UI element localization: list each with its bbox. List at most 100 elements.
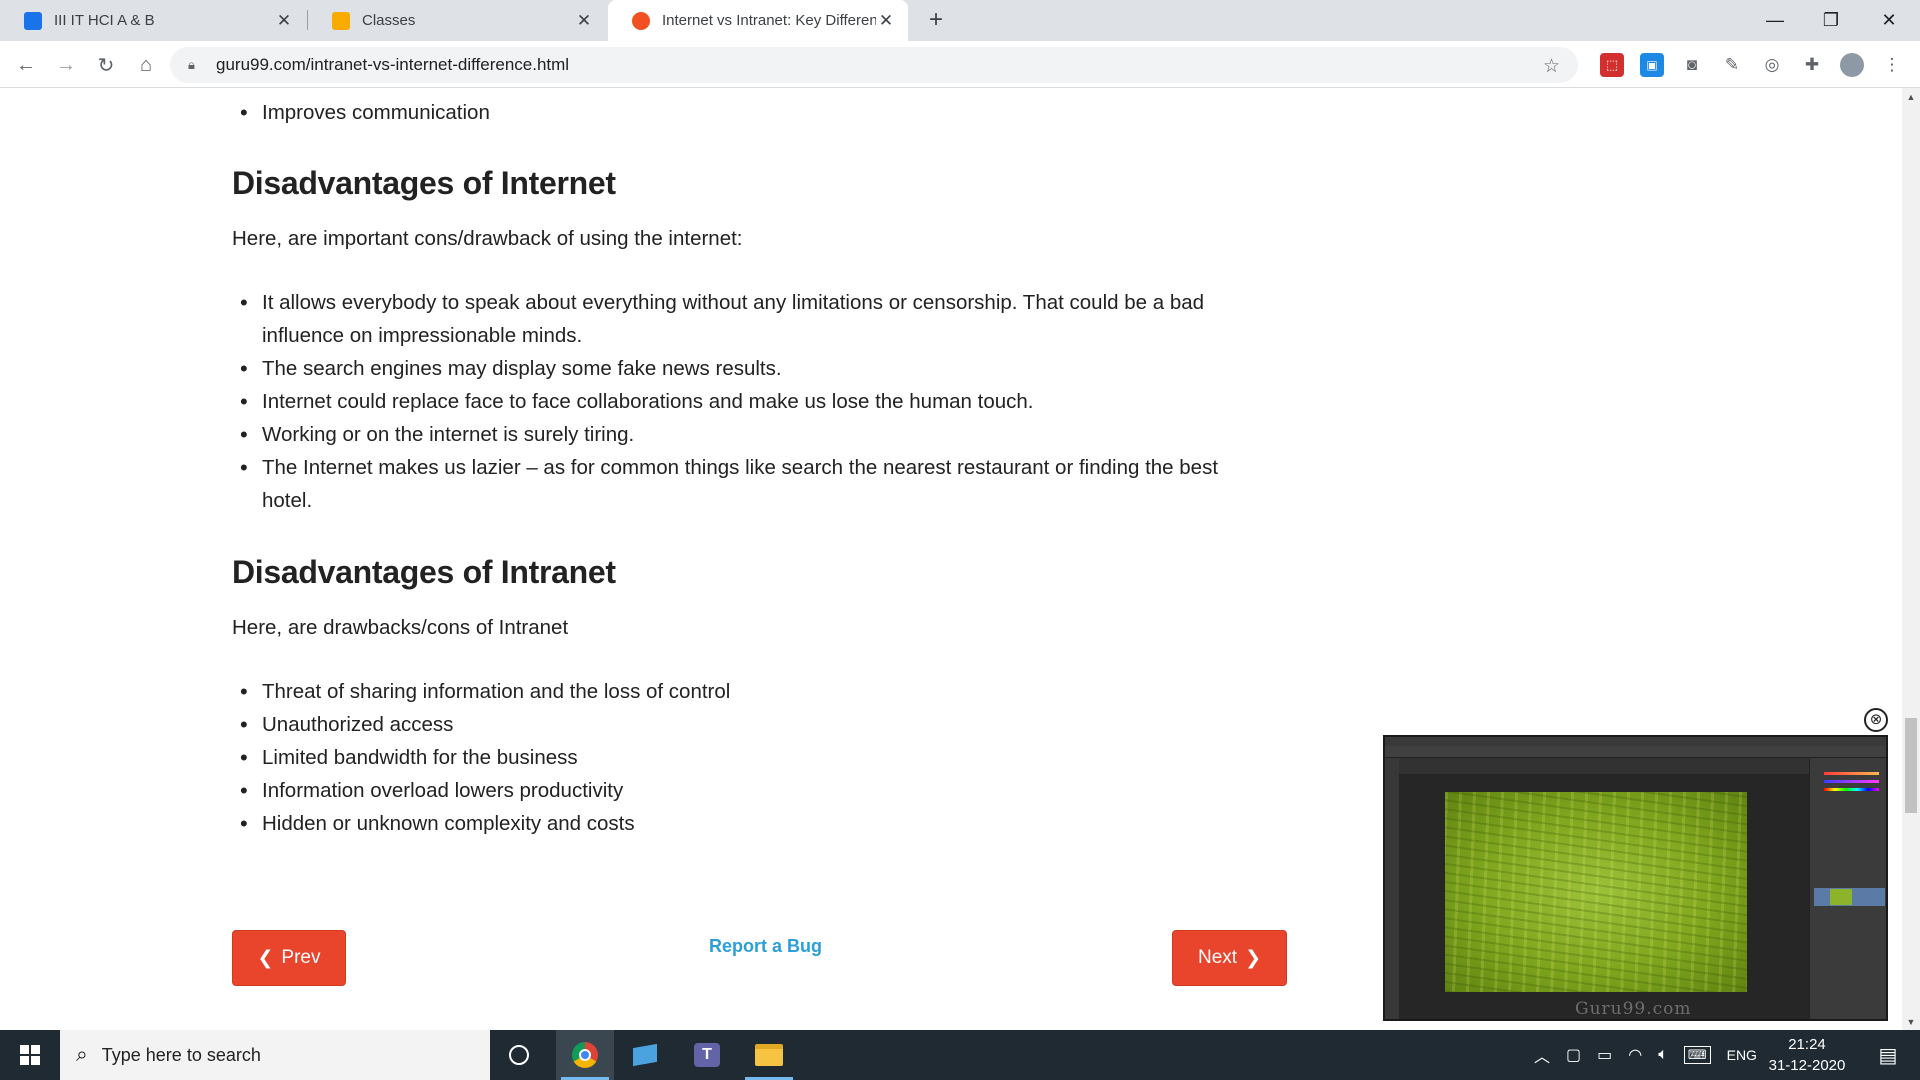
screen-capture-extension-icon[interactable]: ▣ xyxy=(1640,53,1664,77)
minimize-icon[interactable]: — xyxy=(1752,0,1798,40)
tab-title: Internet vs Intranet: Key Differenc xyxy=(662,12,876,29)
intranet-disadvantages-list: Threat of sharing information and the lo… xyxy=(232,675,1262,840)
previous-list: Improves communication xyxy=(232,96,1292,129)
chevron-right-icon: ❯ xyxy=(1245,947,1261,969)
reload-icon[interactable]: ↻ xyxy=(90,49,122,81)
windows-taskbar: ⌕ Type here to search T ︿ ▢ ▭ ◠ 🔈︎ ⌨ ENG… xyxy=(0,1030,1920,1080)
color-spectrum xyxy=(1824,788,1879,791)
url-text: guru99.com/intranet-vs-internet-differen… xyxy=(216,55,570,74)
chrome-icon xyxy=(572,1042,598,1068)
new-tab-button[interactable]: + xyxy=(922,5,950,35)
list-item: Hidden or unknown complexity and costs xyxy=(232,807,1262,840)
intranet-disadvantages-heading: Disadvantages of Intranet xyxy=(232,554,616,590)
google-classroom-icon xyxy=(24,11,42,30)
list-item: Internet could replace face to face coll… xyxy=(232,385,1262,418)
cortana-icon xyxy=(509,1045,529,1065)
keyboard-icon[interactable]: ⌨ xyxy=(1683,1046,1711,1064)
clock-time: 21:24 xyxy=(1788,1036,1826,1053)
chevron-left-icon: ❮ xyxy=(257,947,274,969)
close-tab-icon[interactable]: ✕ xyxy=(574,11,594,31)
video-close-button[interactable]: ⊗ xyxy=(1864,708,1888,732)
scroll-up-icon[interactable]: ▲ xyxy=(1902,88,1920,105)
next-button[interactable]: Next ❯ xyxy=(1172,930,1287,986)
scrollbar-thumb[interactable] xyxy=(1905,718,1917,813)
cortana-button[interactable] xyxy=(490,1030,548,1080)
list-item: The search engines may display some fake… xyxy=(232,352,1262,385)
taskbar-teams[interactable]: T xyxy=(678,1030,736,1080)
folder-icon xyxy=(755,1044,783,1066)
color-slider xyxy=(1824,772,1879,775)
internet-disadvantages-heading: Disadvantages of Internet xyxy=(232,165,616,201)
taskbar-clock[interactable]: 21:24 31-12-2020 xyxy=(1757,1034,1857,1076)
scroll-down-icon[interactable]: ▼ xyxy=(1902,1013,1920,1030)
device-icon[interactable]: ▢ xyxy=(1566,1045,1581,1065)
forward-icon[interactable]: → xyxy=(50,49,82,81)
video-photoshop-options-bar xyxy=(1385,746,1886,758)
guru99-favicon-icon xyxy=(632,11,650,30)
tab-guru99[interactable]: Internet vs Intranet: Key Differenc ✕ xyxy=(608,0,908,41)
close-tab-icon[interactable]: ✕ xyxy=(876,11,896,31)
list-item: Threat of sharing information and the lo… xyxy=(232,675,1262,708)
internet-lead-text: Here, are important cons/drawback of usi… xyxy=(232,227,743,250)
battery-icon[interactable]: ▭ xyxy=(1597,1045,1612,1065)
lock-icon: 🔒︎ xyxy=(188,57,195,72)
search-icon: ⌕ xyxy=(76,1043,88,1066)
floating-video-player[interactable]: Guru99.com xyxy=(1383,735,1888,1021)
chevron-up-icon[interactable]: ︿ xyxy=(1534,1043,1550,1067)
green-texture-image xyxy=(1445,792,1747,992)
list-item: Working or on the internet is surely tir… xyxy=(232,418,1262,451)
page-scrollbar[interactable]: ▲ ▼ xyxy=(1902,88,1920,1030)
video-photoshop-menubar xyxy=(1385,737,1886,746)
browser-toolbar: ← → ↻ ⌂ 🔒︎ guru99.com/intranet-vs-intern… xyxy=(0,41,1920,88)
list-item: Information overload lowers productivity xyxy=(232,774,1262,807)
extension-circle-icon[interactable]: ◎ xyxy=(1760,53,1784,77)
taskbar-search-placeholder: Type here to search xyxy=(101,1044,261,1065)
tab-title: III IT HCI A & B xyxy=(54,12,155,29)
video-document-tab xyxy=(1399,758,1809,774)
taskbar-file-explorer[interactable] xyxy=(740,1030,798,1080)
video-photoshop-panels xyxy=(1809,758,1886,1019)
taskbar-chrome[interactable] xyxy=(556,1030,614,1080)
tab-hci[interactable]: III IT HCI A & B ✕ xyxy=(0,0,306,41)
notification-center-icon[interactable]: ▤ xyxy=(1868,1030,1908,1080)
tab-title: Classes xyxy=(362,12,416,29)
color-slider xyxy=(1824,780,1879,783)
language-indicator[interactable]: ENG xyxy=(1727,1047,1757,1063)
volume-icon[interactable]: 🔈︎ xyxy=(1658,1046,1668,1064)
maximize-icon[interactable]: ❐ xyxy=(1808,0,1854,40)
list-item: It allows everybody to speak about every… xyxy=(232,286,1262,352)
intranet-lead-text: Here, are drawbacks/cons of Intranet xyxy=(232,616,569,639)
wifi-icon[interactable]: ◠ xyxy=(1628,1045,1642,1065)
list-item: Unauthorized access xyxy=(232,708,1262,741)
profile-avatar[interactable] xyxy=(1840,53,1864,77)
classroom-icon xyxy=(332,11,350,30)
teams-icon: T xyxy=(694,1043,720,1067)
next-label: Next xyxy=(1198,947,1238,968)
address-bar[interactable]: 🔒︎ guru99.com/intranet-vs-internet-diffe… xyxy=(170,47,1578,83)
clock-date: 31-12-2020 xyxy=(1768,1057,1846,1074)
taskbar-app-device[interactable] xyxy=(616,1030,674,1080)
extensions-puzzle-icon[interactable]: ✚ xyxy=(1800,53,1824,77)
prev-button[interactable]: ❮ Prev xyxy=(232,930,346,986)
tab-classes[interactable]: Classes ✕ xyxy=(308,0,606,41)
report-bug-link[interactable]: Report a Bug xyxy=(709,936,822,957)
eyedropper-extension-icon[interactable]: ✎ xyxy=(1720,53,1744,77)
laptop-app-icon xyxy=(633,1043,657,1067)
pdf-extension-icon[interactable]: ⬚ xyxy=(1600,53,1624,77)
system-tray: ︿ ▢ ▭ ◠ 🔈︎ ⌨ ENG xyxy=(1534,1030,1757,1080)
taskbar-search-box[interactable]: ⌕ Type here to search xyxy=(60,1030,490,1080)
internet-disadvantages-list: It allows everybody to speak about every… xyxy=(232,286,1262,517)
prev-label: Prev xyxy=(281,947,321,968)
close-window-icon[interactable]: ✕ xyxy=(1866,0,1912,40)
close-tab-icon[interactable]: ✕ xyxy=(274,11,294,31)
start-button[interactable] xyxy=(0,1030,60,1080)
list-item: Improves communication xyxy=(232,96,1292,129)
list-item: Limited bandwidth for the business xyxy=(232,741,1262,774)
back-icon[interactable]: ← xyxy=(10,49,42,81)
home-icon[interactable]: ⌂ xyxy=(130,49,162,81)
bookmark-star-icon[interactable]: ☆ xyxy=(1543,55,1560,78)
menu-dots-icon[interactable]: ⋮ xyxy=(1880,53,1904,77)
camera-extension-icon[interactable]: ◙ xyxy=(1680,53,1704,77)
layer-thumbnail xyxy=(1830,889,1852,905)
video-photoshop-toolbox xyxy=(1385,758,1399,1019)
